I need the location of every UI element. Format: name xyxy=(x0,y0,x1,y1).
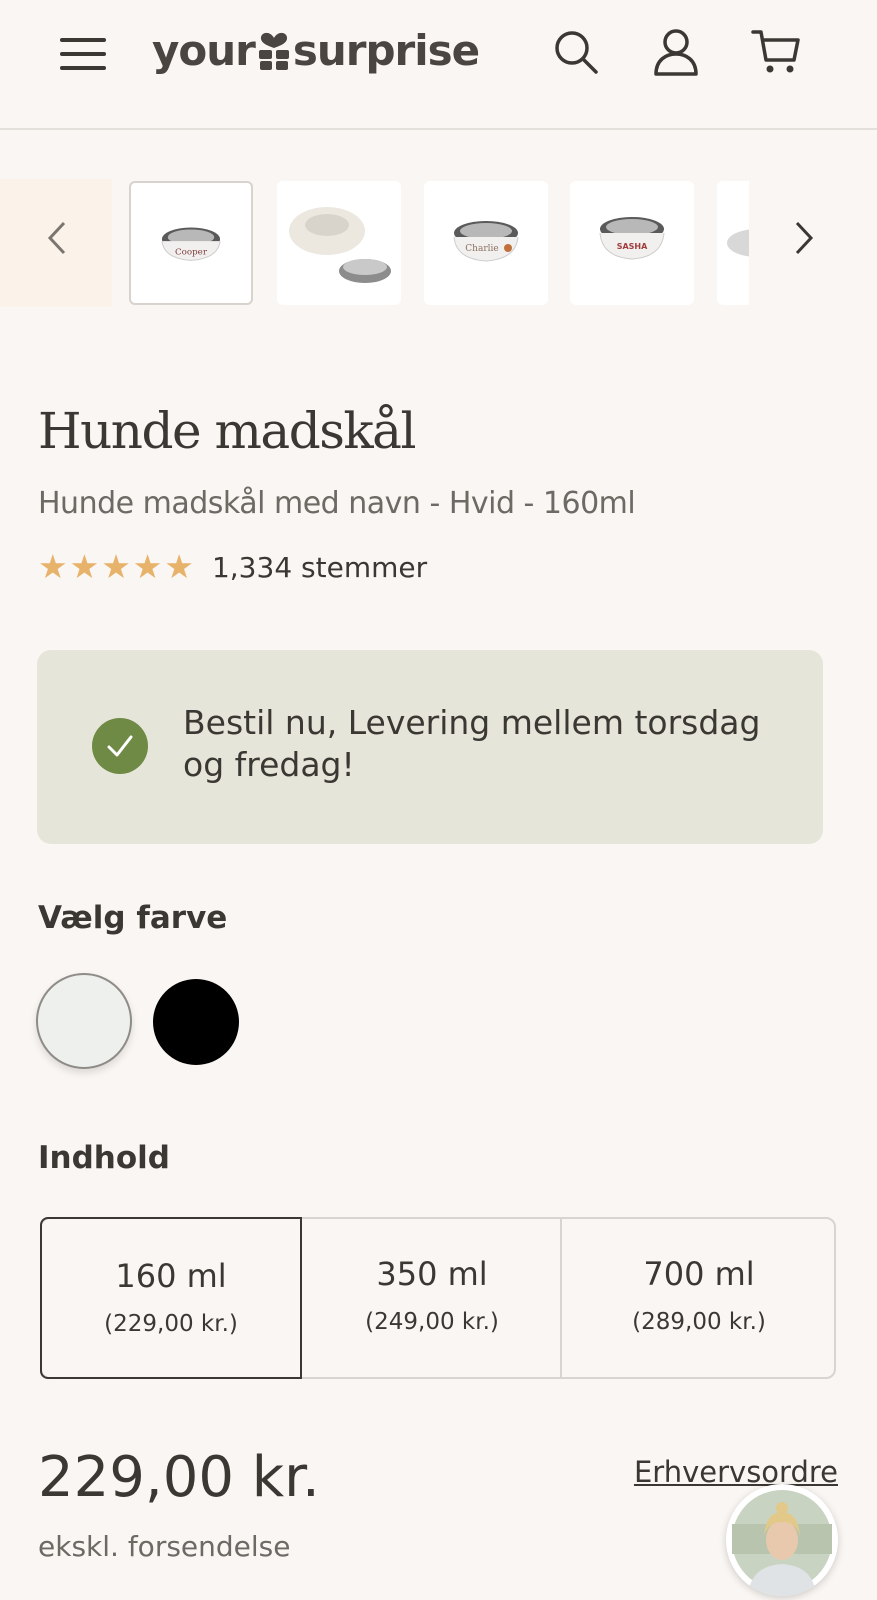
size-label: 350 ml xyxy=(376,1255,488,1293)
color-swatch-black[interactable] xyxy=(153,979,239,1065)
product-thumbnail[interactable]: Charlie xyxy=(424,181,548,305)
user-icon[interactable] xyxy=(650,26,702,78)
chat-avatar[interactable] xyxy=(726,1484,838,1596)
product-thumbnail[interactable]: SASHA xyxy=(570,181,694,305)
thumbnail-label: Cooper xyxy=(175,248,208,258)
star-icon: ★ xyxy=(38,547,68,586)
star-rating: ★ ★ ★ ★ ★ xyxy=(38,547,194,586)
thumbnail-label: Charlie xyxy=(465,244,498,254)
product-title: Hunde madskål xyxy=(38,402,416,460)
product-price: 229,00 kr. xyxy=(38,1445,320,1510)
size-option-350ml[interactable]: 350 ml (249,00 kr.) xyxy=(302,1217,562,1379)
star-icon: ★ xyxy=(164,547,194,586)
product-thumbnail[interactable]: Cooper xyxy=(129,181,253,305)
size-selector: 160 ml (229,00 kr.) 350 ml (249,00 kr.) … xyxy=(40,1217,836,1379)
chevron-right-icon[interactable] xyxy=(785,215,821,261)
content-heading: Indhold xyxy=(38,1140,170,1176)
product-thumbnail[interactable] xyxy=(277,181,401,305)
product-rating[interactable]: ★ ★ ★ ★ ★ 1,334 stemmer xyxy=(38,550,427,584)
site-header: your surprise xyxy=(0,0,877,130)
delivery-notice: Bestil nu, Levering mellem torsdag og fr… xyxy=(37,650,823,844)
size-price: (289,00 kr.) xyxy=(632,1309,766,1335)
delivery-message: Bestil nu, Levering mellem torsdag og fr… xyxy=(183,703,761,784)
size-option-160ml[interactable]: 160 ml (229,00 kr.) xyxy=(40,1217,302,1379)
size-label: 160 ml xyxy=(115,1257,227,1295)
site-logo[interactable]: your surprise xyxy=(152,22,480,78)
size-price: (249,00 kr.) xyxy=(365,1309,499,1335)
vote-count[interactable]: 1,334 stemmer xyxy=(212,551,427,584)
shipping-note: ekskl. forsendelse xyxy=(38,1530,291,1563)
size-option-700ml[interactable]: 700 ml (289,00 kr.) xyxy=(560,1217,836,1379)
star-icon: ★ xyxy=(101,547,131,586)
star-icon: ★ xyxy=(132,547,163,586)
menu-icon[interactable] xyxy=(60,36,108,72)
color-swatch-white[interactable] xyxy=(36,973,132,1069)
chevron-left-icon[interactable] xyxy=(40,215,76,261)
thumbnail-label: SASHA xyxy=(617,242,648,251)
gift-heart-icon xyxy=(258,32,289,70)
cart-icon[interactable] xyxy=(750,26,802,78)
search-icon[interactable] xyxy=(550,26,602,78)
check-icon xyxy=(92,718,148,774)
business-order-link[interactable]: Erhvervsordre xyxy=(634,1455,838,1489)
size-label: 700 ml xyxy=(643,1255,755,1293)
logo-text-left: your xyxy=(152,25,256,75)
logo-text-right: surprise xyxy=(292,25,480,75)
size-price: (229,00 kr.) xyxy=(104,1311,238,1337)
product-thumbnail-partial[interactable] xyxy=(717,181,749,305)
product-subtitle: Hunde madskål med navn - Hvid - 160ml xyxy=(38,486,636,521)
star-icon: ★ xyxy=(69,547,100,586)
product-gallery: Cooper Charlie SASHA xyxy=(0,175,877,315)
color-heading: Vælg farve xyxy=(38,900,228,936)
